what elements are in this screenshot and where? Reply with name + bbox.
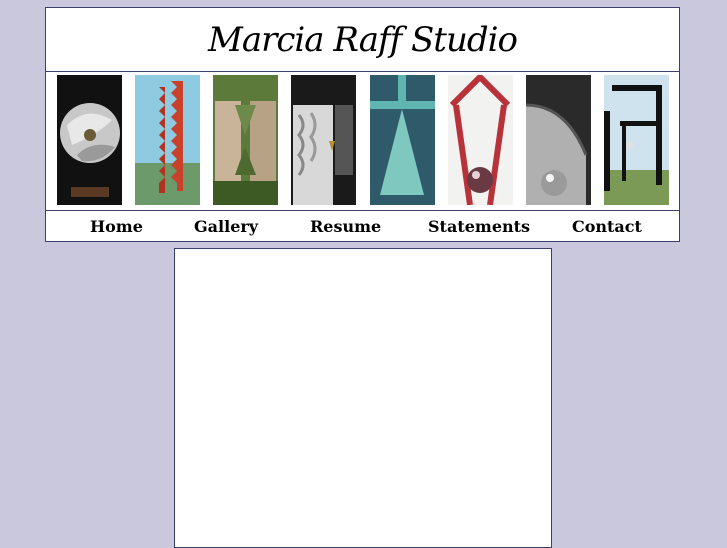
main-content-panel xyxy=(174,248,552,548)
sculpture-teal-triangle-image[interactable] xyxy=(370,75,435,205)
nav-home-link[interactable]: Home xyxy=(90,217,143,236)
sculpture-stone-arch-image[interactable] xyxy=(213,75,278,205)
site-banner: Marcia Raff Studio Home Gallery Resume S… xyxy=(45,7,680,242)
main-navigation: Home Gallery Resume Statements Contact xyxy=(46,211,679,243)
nav-gallery-link[interactable]: Gallery xyxy=(194,217,258,236)
sculpture-red-chevron-image[interactable] xyxy=(448,75,513,205)
nav-statements-link[interactable]: Statements xyxy=(428,217,530,236)
site-title: Marcia Raff Studio xyxy=(208,19,518,60)
title-row: Marcia Raff Studio xyxy=(46,8,679,72)
sculpture-carved-relief-image[interactable] xyxy=(291,75,356,205)
nav-contact-link[interactable]: Contact xyxy=(572,217,642,236)
sculpture-black-frame-image[interactable] xyxy=(604,75,669,205)
sculpture-steel-sphere-image[interactable] xyxy=(526,75,591,205)
sculpture-red-columns-image[interactable] xyxy=(135,75,200,205)
sculpture-silver-disc-image[interactable] xyxy=(57,75,122,205)
gallery-thumbnail-strip xyxy=(46,72,679,211)
nav-resume-link[interactable]: Resume xyxy=(310,217,381,236)
